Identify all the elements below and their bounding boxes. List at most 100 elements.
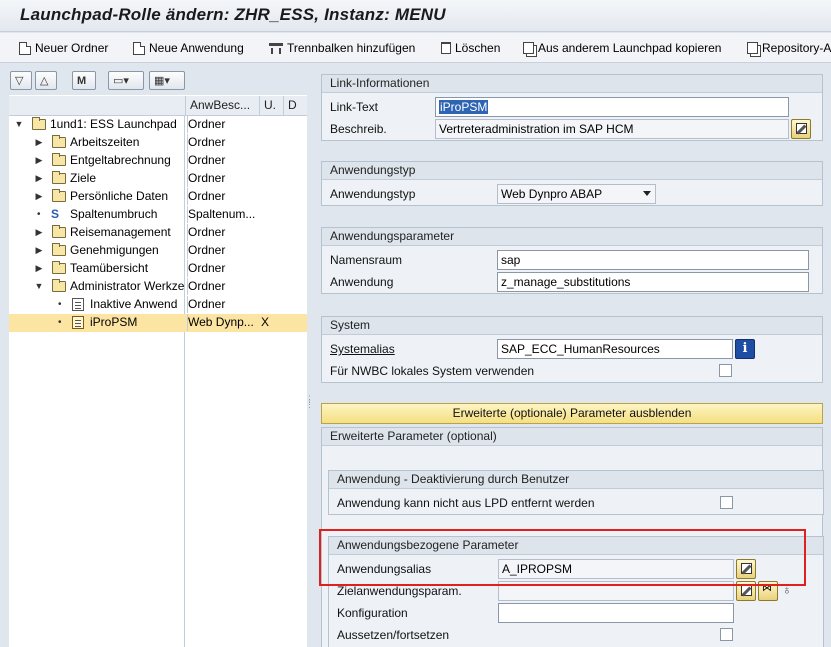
title-bar: Launchpad-Rolle ändern: ZHR_ESS, Instanz… <box>0 0 831 32</box>
folder-icon <box>52 171 66 184</box>
collapse-icon: △ <box>40 75 49 87</box>
folder-icon <box>52 261 66 274</box>
collapsed-arrow-icon[interactable]: ▶ <box>34 260 44 277</box>
nwbc-row: Für NWBC lokales System verwenden <box>322 361 822 381</box>
expand-arrow-icon[interactable]: ▼ <box>14 116 24 133</box>
advanced-params-header: Erweiterte Parameter (optional) <box>322 428 822 446</box>
add-separator-button[interactable]: Trennbalken hinzufügen <box>269 40 415 56</box>
header-name-column[interactable] <box>9 96 185 116</box>
link-text-input[interactable]: iProPSM <box>435 97 789 117</box>
folder-icon <box>52 153 66 166</box>
table-icon: ▦▾ <box>154 75 170 87</box>
print-icon: ▭▾ <box>113 75 129 87</box>
print-button[interactable]: ▭▾ <box>108 71 144 90</box>
app-type-dropdown[interactable]: Web Dynpro ABAP <box>497 184 656 204</box>
tree-row[interactable]: • S Spaltenumbruch Spaltenum... <box>9 206 307 224</box>
expand-icon: ▽ <box>15 75 24 87</box>
expand-arrow-icon[interactable]: ▼ <box>34 278 44 295</box>
application-toolbar: Neuer Ordner Neue Anwendung Trennbalken … <box>0 33 831 63</box>
header-u-column[interactable]: U. <box>259 96 283 116</box>
panel-splitter[interactable]: ⋮ ⋮ <box>305 395 314 409</box>
app-params-header: Anwendungsparameter <box>322 228 822 246</box>
repository-button[interactable]: Repository-A <box>747 40 831 56</box>
system-group: System Systemalias SAP_ECC_HumanResource… <box>321 316 823 383</box>
collapsed-arrow-icon[interactable]: ▶ <box>34 242 44 259</box>
deactivation-header: Anwendung - Deaktivierung durch Benutzer <box>329 471 823 489</box>
link-text-row: Link-Text iProPSM <box>322 97 822 117</box>
new-document-icon <box>133 41 145 55</box>
suspend-row: Aussetzen/fortsetzen <box>329 625 823 645</box>
folder-open-icon <box>52 279 66 292</box>
deactivation-group: Anwendung - Deaktivierung durch Benutzer… <box>328 470 824 515</box>
collapsed-arrow-icon[interactable]: ▶ <box>34 170 44 187</box>
configuration-label: Konfiguration <box>337 606 408 620</box>
nwbc-label: Für NWBC lokales System verwenden <box>330 364 535 378</box>
tree-row[interactable]: ▼ 1und1: ESS Launchpad Ordner <box>9 116 307 134</box>
app-type-header: Anwendungstyp <box>322 162 822 180</box>
find-button[interactable]: M <box>72 71 96 90</box>
delete-button[interactable]: Löschen <box>441 40 500 56</box>
expand-all-button[interactable]: ▽ <box>10 71 32 90</box>
app-type-label: Anwendungstyp <box>330 187 416 201</box>
system-alias-row: Systemalias SAP_ECC_HumanResources i <box>322 339 822 359</box>
tree-row[interactable]: ▶ Genehmigungen Ordner <box>9 242 307 260</box>
binoculars-icon: M <box>77 75 87 87</box>
new-application-button[interactable]: Neue Anwendung <box>133 40 244 56</box>
system-header: System <box>322 317 822 335</box>
collapsed-arrow-icon[interactable]: ▶ <box>34 152 44 169</box>
edit-description-button[interactable] <box>791 119 811 139</box>
tree-row[interactable]: ▶ Entgeltabrechnung Ordner <box>9 152 307 170</box>
tree-row[interactable]: ▶ Persönliche Daten Ordner <box>9 188 307 206</box>
namespace-input[interactable]: sap <box>497 250 809 270</box>
tree-row[interactable]: ▶ Reisemanagement Ordner <box>9 224 307 242</box>
tree-row[interactable]: ▶ Ziele Ordner <box>9 170 307 188</box>
leaf-bullet-icon: • <box>37 209 41 220</box>
tree-row[interactable]: ▼ Administrator Werkze Ordner <box>9 278 307 296</box>
tree-row[interactable]: • Inaktive Anwend Ordner <box>9 296 307 314</box>
deactivation-checkbox[interactable] <box>720 496 733 509</box>
link-info-group: Link-Informationen Link-Text iProPSM Bes… <box>321 74 823 141</box>
app-type-row: Anwendungstyp Web Dynpro ABAP <box>322 184 822 204</box>
folder-icon <box>52 135 66 148</box>
info-button[interactable]: i <box>735 339 755 359</box>
tree-row[interactable]: ▶ Arbeitszeiten Ordner <box>9 134 307 152</box>
tree-row[interactable]: ▶ Teamübersicht Ordner <box>9 260 307 278</box>
app-params-group: Anwendungsparameter Namensraum sap Anwen… <box>321 227 823 294</box>
header-d-column[interactable]: D <box>283 96 307 116</box>
new-folder-button[interactable]: Neuer Ordner <box>19 40 108 56</box>
folder-icon <box>52 225 66 238</box>
header-description-column[interactable]: AnwBesc... <box>185 96 259 116</box>
suspend-checkbox[interactable] <box>720 628 733 641</box>
collapsed-arrow-icon[interactable]: ▶ <box>34 134 44 151</box>
deactivation-label: Anwendung kann nicht aus LPD entfernt we… <box>337 496 595 510</box>
application-input[interactable]: z_manage_substitutions <box>497 272 809 292</box>
collapse-all-button[interactable]: △ <box>35 71 57 90</box>
info-icon: i <box>742 341 748 356</box>
copy-from-launchpad-button[interactable]: Aus anderem Launchpad kopieren <box>523 40 721 56</box>
collapsed-arrow-icon[interactable]: ▶ <box>34 224 44 241</box>
layout-button[interactable]: ▦▾ <box>149 71 185 90</box>
toggle-advanced-params-button[interactable]: Erweiterte (optionale) Parameter ausblen… <box>321 403 823 424</box>
namespace-row: Namensraum sap <box>322 250 822 270</box>
nwbc-checkbox[interactable] <box>719 364 732 377</box>
configuration-input[interactable] <box>498 603 734 623</box>
description-input[interactable]: Vertreteradministration im SAP HCM <box>435 119 789 139</box>
collapsed-arrow-icon[interactable]: ▶ <box>34 188 44 205</box>
trash-icon <box>441 42 451 54</box>
dropdown-arrow-icon <box>643 191 651 196</box>
system-alias-input[interactable]: SAP_ECC_HumanResources <box>497 339 733 359</box>
separator-icon <box>269 43 283 54</box>
application-label: Anwendung <box>330 275 394 289</box>
edit-pen-icon <box>796 123 807 134</box>
suspend-label: Aussetzen/fortsetzen <box>337 628 450 642</box>
system-alias-label: Systemalias <box>330 342 395 356</box>
application-row: Anwendung z_manage_substitutions <box>322 272 822 292</box>
namespace-label: Namensraum <box>330 253 403 267</box>
description-row: Beschreib. Vertreteradministration im SA… <box>322 119 822 139</box>
link-text-label: Link-Text <box>330 100 379 114</box>
leaf-bullet-icon: • <box>58 299 62 310</box>
page-icon <box>72 298 84 311</box>
tree-row-selected[interactable]: • iProPSM Web Dynp... X <box>9 314 307 332</box>
new-document-icon <box>19 41 31 55</box>
highlight-annotation-box <box>319 529 806 586</box>
